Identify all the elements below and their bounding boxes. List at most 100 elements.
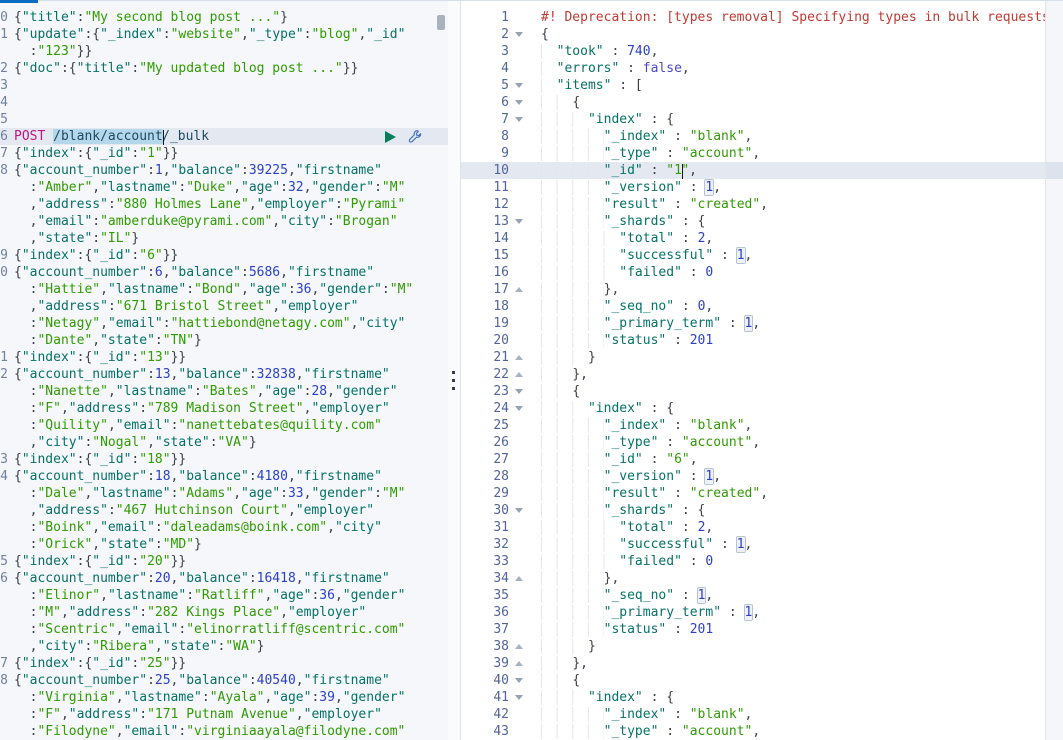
code-text: :"F","address":"171 Putnam Avenue","empl… [14, 707, 382, 722]
response-line: 21 } [461, 349, 1063, 366]
request-options-button[interactable] [407, 129, 422, 144]
request-line: ,"city":"Nogal","state":"VA"} [0, 434, 448, 451]
request-line: 8 {"account_number":1,"balance":39225,"fi… [0, 162, 448, 179]
request-line: 1 {"index":{"_id":"13"}} [0, 349, 448, 366]
request-line: 7 {"index":{"_id":"25"}} [0, 655, 448, 672]
line-number: 3 [0, 452, 8, 467]
fold-open-icon[interactable] [515, 100, 523, 105]
line-number: 12 [493, 197, 509, 212]
code-text: {"index":{"_id":"20"}} [14, 554, 187, 569]
code-text: {"update":{"_index":"website","_type":"b… [14, 27, 406, 42]
line-number: 21 [493, 350, 509, 365]
fold-open-icon[interactable] [515, 83, 523, 88]
request-line: :"Scentric","email":"elinorratliff@scent… [0, 621, 448, 638]
code-text: "_type" : "account", [541, 434, 760, 451]
request-editor[interactable]: 0 {"title":"My second blog post ..."} 1 {"u… [0, 1, 448, 740]
fold-open-icon[interactable] [515, 389, 523, 394]
code-text: "index" : { [541, 400, 674, 417]
fold-open-icon[interactable] [515, 508, 523, 513]
fold-open-icon[interactable] [515, 219, 523, 224]
response-scrollbar-track[interactable] [1045, 1, 1063, 740]
response-line: 42 "_index" : "blank", [461, 706, 1063, 723]
request-line: 6 {"account_number":20,"balance":16418,"f… [0, 570, 448, 587]
code-text: } [541, 349, 596, 366]
response-line: 3 "took" : 740, [461, 43, 1063, 60]
fold-open-icon[interactable] [515, 32, 523, 37]
code-text: ,"city":"Nogal","state":"VA"} [14, 435, 257, 450]
response-line: 1 #! Deprecation: [types removal] Specify… [461, 9, 1063, 26]
code-text: :"Nanette","lastname":"Bates","age":28,"… [14, 384, 398, 399]
line-number: 2 [501, 27, 509, 42]
line-number: 23 [493, 384, 509, 399]
code-text: :"Hattie","lastname":"Bond","age":36,"ge… [14, 282, 414, 297]
line-number [0, 298, 8, 315]
run-request-button[interactable] [385, 131, 396, 143]
code-text: "index" : { [541, 689, 674, 706]
line-number: 13 [493, 214, 509, 229]
line-number: 38 [493, 639, 509, 654]
response-line: 28 "_version" : 1, [461, 468, 1063, 485]
line-number: 2 [0, 61, 8, 76]
code-text: {"index":{"_id":"25"}} [14, 656, 187, 671]
request-line: :"M","address":"282 Kings Place","employ… [0, 604, 448, 621]
fold-open-icon[interactable] [515, 695, 523, 700]
fold-end-icon[interactable] [515, 644, 523, 649]
response-line: 12 "result" : "created", [461, 196, 1063, 213]
response-line: 20 "status" : 201 [461, 332, 1063, 349]
line-number [0, 519, 8, 536]
request-line: ,"city":"Ribera","state":"WA"} [0, 638, 448, 655]
fold-end-icon[interactable] [515, 355, 523, 360]
divider-drag-handle[interactable] [452, 371, 456, 393]
line-number: 9 [0, 248, 8, 263]
line-number: 8 [0, 673, 8, 688]
response-line: 8 "_index" : "blank", [461, 128, 1063, 145]
fold-end-icon[interactable] [515, 661, 523, 666]
code-text: "successful" : 1, [541, 247, 752, 264]
code-text: "_primary_term" : 1, [541, 315, 760, 332]
code-text: "_version" : 1, [541, 179, 721, 196]
code-text: ,"address":"671 Bristol Street","employe… [14, 299, 359, 314]
code-text: "status" : 201 [541, 621, 713, 638]
code-text: :"Filodyne","email":"virginiaayala@filod… [14, 724, 406, 739]
fold-end-icon[interactable] [515, 576, 523, 581]
response-line: 43 "_type" : "account", [461, 723, 1063, 740]
line-number [0, 485, 8, 502]
code-text: "result" : "created", [541, 196, 768, 213]
code-text: {"index":{"_id":"1"}} [14, 146, 179, 161]
response-line: 39 }, [461, 655, 1063, 672]
line-number: 3 [0, 78, 8, 93]
line-number: 26 [493, 435, 509, 450]
code-text: "errors" : false, [541, 60, 690, 77]
line-number: 0 [0, 10, 8, 25]
code-text: "successful" : 1, [541, 536, 752, 553]
request-line: ,"address":"467 Hutchinson Court","emplo… [0, 502, 448, 519]
fold-open-icon[interactable] [515, 678, 523, 683]
line-number: 4 [501, 61, 509, 76]
request-line: 2 {"doc":{"title":"My updated blog post .… [0, 60, 448, 77]
line-number: 4 [0, 469, 8, 484]
code-text: ,"email":"amberduke@pyrami.com","city":"… [14, 214, 398, 229]
line-number: 0 [0, 265, 8, 280]
fold-end-icon[interactable] [515, 287, 523, 292]
line-number: 33 [493, 554, 509, 569]
fold-open-icon[interactable] [515, 117, 523, 122]
line-number: 7 [0, 656, 8, 671]
request-line: :"Elinor","lastname":"Ratliff","age":36,… [0, 587, 448, 604]
response-editor[interactable]: 1 #! Deprecation: [types removal] Specify… [461, 1, 1063, 740]
line-number: 5 [0, 112, 8, 127]
response-line: 33 "failed" : 0 [461, 553, 1063, 570]
request-line: :"123"}} [0, 43, 448, 60]
code-text: {"account_number":20,"balance":16418,"fi… [14, 571, 390, 586]
request-scrollbar-thumb[interactable] [437, 15, 445, 30]
response-line: 7 "index" : { [461, 111, 1063, 128]
line-number: 6 [501, 95, 509, 110]
response-line: 14 "total" : 2, [461, 230, 1063, 247]
fold-open-icon[interactable] [515, 406, 523, 411]
response-line: 36 "_primary_term" : 1, [461, 604, 1063, 621]
code-text: "_shards" : { [541, 502, 705, 519]
code-text: :"Boink","email":"daleadams@boink.com","… [14, 520, 382, 535]
fold-end-icon[interactable] [515, 372, 523, 377]
response-line: 29 "result" : "created", [461, 485, 1063, 502]
code-text: { [541, 383, 580, 400]
code-text: } [541, 638, 596, 655]
